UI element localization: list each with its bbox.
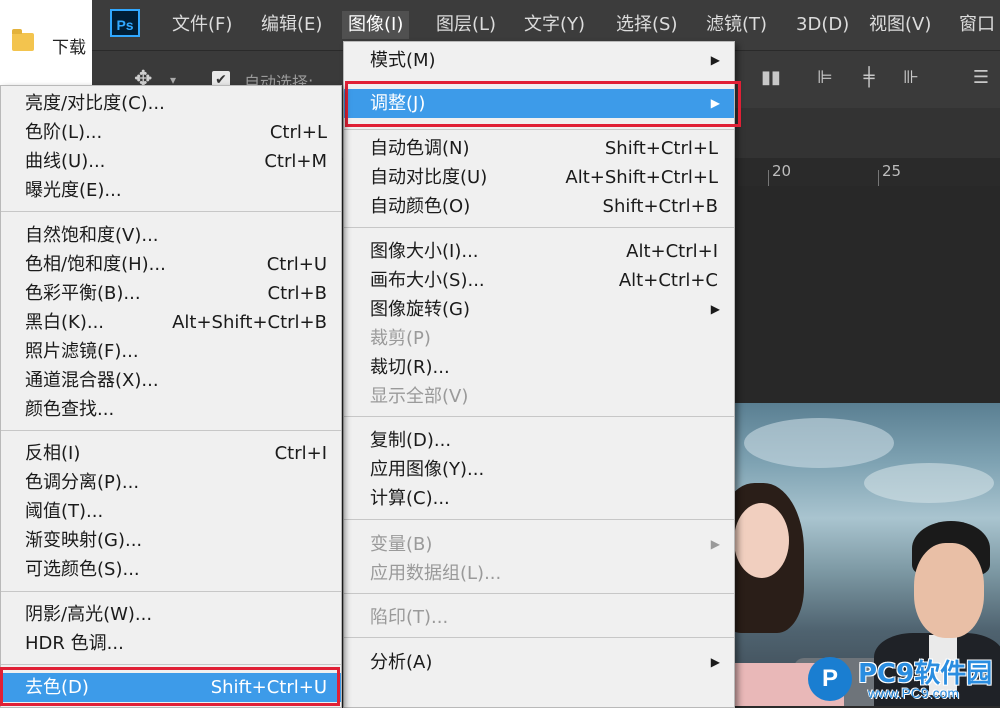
menu-select[interactable]: 选择(S) [610, 11, 683, 39]
menu-file[interactable]: 文件(F) [166, 11, 238, 39]
menu-item-levels[interactable]: 色阶(L)... Ctrl+L [1, 118, 341, 147]
menu-item-canvas-size[interactable]: 画布大小(S)... Alt+Ctrl+C [344, 266, 734, 295]
menu-separator [1, 664, 341, 665]
ruler-tick [878, 170, 879, 186]
menu-item-brightness-contrast[interactable]: 亮度/对比度(C)... [1, 89, 341, 118]
menu-item-exposure[interactable]: 曝光度(E)... [1, 176, 341, 205]
menu-separator [344, 416, 734, 417]
menu-item-apply-data-set: 应用数据组(L)... [370, 563, 502, 584]
distribute-icon[interactable]: ☰ [970, 67, 992, 91]
menu-type[interactable]: 文字(Y) [518, 11, 591, 39]
menu-item-posterize[interactable]: 色调分离(P)... [1, 468, 341, 497]
menu-item-invert[interactable]: 反相(I) Ctrl+I [1, 439, 341, 468]
watermark-url: www.PC9.com [868, 685, 960, 701]
menu-separator [1, 211, 341, 212]
menu-item-auto-color[interactable]: 自动颜色(O) Shift+Ctrl+B [344, 192, 734, 221]
menu-item-analysis[interactable]: 分析(A) ▶ [344, 648, 734, 677]
menu-item-reveal-all: 显示全部(V) [370, 386, 469, 407]
photoshop-logo-icon: Ps [110, 9, 140, 37]
menu-separator [344, 227, 734, 228]
menu-item-hdr-toning[interactable]: HDR 色调... [1, 629, 341, 658]
menu-item-color-lookup[interactable]: 颜色查找... [1, 395, 341, 424]
menu-item-trap: 陷印(T)... [370, 607, 449, 628]
menu-filter[interactable]: 滤镜(T) [700, 11, 773, 39]
menu-item-channel-mixer[interactable]: 通道混合器(X)... [1, 366, 341, 395]
menu-item-selective-color[interactable]: 可选颜色(S)... [1, 555, 341, 584]
menu-separator [1, 591, 341, 592]
menu-item-desaturate[interactable]: 去色(D) Shift+Ctrl+U [1, 673, 341, 702]
menu-separator [1, 430, 341, 431]
image-menu-dropdown: 模式(M) ▶ 调整(J) ▶ 自动色调(N) Shift+Ctrl+L 自动对比度(… [343, 41, 735, 708]
align-left-icon[interactable]: ⊫ [814, 67, 836, 91]
menu-item-auto-contrast[interactable]: 自动对比度(U) Alt+Shift+Ctrl+L [344, 163, 734, 192]
align-right-icon[interactable]: ⊪ [900, 67, 922, 91]
menu-view[interactable]: 视图(V) [863, 11, 937, 39]
submenu-arrow-icon: ▶ [710, 96, 720, 110]
downloads-folder-label[interactable]: 下载 [52, 33, 86, 58]
menu-item-shadows-highlights[interactable]: 阴影/高光(W)... [1, 600, 341, 629]
file-explorer-strip: 下载 [0, 0, 92, 90]
ruler-label: 25 [882, 162, 902, 180]
menu-layer[interactable]: 图层(L) [430, 11, 502, 39]
align-center-icon[interactable]: ╪ [858, 67, 880, 91]
menu-item-image-size[interactable]: 图像大小(I)... Alt+Ctrl+I [344, 237, 734, 266]
menu-image[interactable]: 图像(I) [342, 11, 410, 39]
menu-item-mode[interactable]: 模式(M) ▶ [344, 46, 734, 75]
pc9-logo-icon: P [808, 657, 852, 701]
menu-edit[interactable]: 编辑(E) [255, 11, 328, 39]
watermark: P PC9软件园 www.PC9.com [808, 655, 1000, 703]
ruler-label: 20 [772, 162, 792, 180]
align-bottom-icon[interactable]: ▮▮ [760, 67, 782, 91]
submenu-arrow-icon: ▶ [710, 655, 720, 669]
submenu-arrow-icon: ▶ [710, 53, 720, 67]
menu-separator [344, 593, 734, 594]
folder-icon [12, 29, 34, 51]
menu-item-image-rotation[interactable]: 图像旋转(G) ▶ [344, 295, 734, 324]
menu-item-color-balance[interactable]: 色彩平衡(B)... Ctrl+B [1, 279, 341, 308]
menu-item-hue-saturation[interactable]: 色相/饱和度(H)... Ctrl+U [1, 250, 341, 279]
menu-item-duplicate[interactable]: 复制(D)... [344, 426, 734, 455]
menu-item-vibrance[interactable]: 自然饱和度(V)... [1, 221, 341, 250]
menu-item-trim[interactable]: 裁切(R)... [344, 353, 734, 382]
menu-item-apply-image[interactable]: 应用图像(Y)... [344, 455, 734, 484]
menu-item-gradient-map[interactable]: 渐变映射(G)... [1, 526, 341, 555]
menu-item-variables: 变量(B) ▶ [344, 530, 734, 559]
menu-3d[interactable]: 3D(D) [790, 11, 855, 39]
submenu-arrow-icon: ▶ [710, 302, 720, 316]
menu-item-auto-tone[interactable]: 自动色调(N) Shift+Ctrl+L [344, 134, 734, 163]
menu-item-calculations[interactable]: 计算(C)... [344, 484, 734, 513]
menu-item-crop: 裁剪(P) [370, 328, 431, 349]
menu-separator [344, 129, 734, 130]
menu-item-curves[interactable]: 曲线(U)... Ctrl+M [1, 147, 341, 176]
menu-separator [344, 519, 734, 520]
submenu-arrow-icon: ▶ [710, 537, 720, 551]
menu-separator [344, 637, 734, 638]
adjustments-submenu: 亮度/对比度(C)... 色阶(L)... Ctrl+L 曲线(U)... Ctrl… [0, 85, 342, 708]
menu-window[interactable]: 窗口 [953, 11, 1000, 39]
ruler-tick [768, 170, 769, 186]
menu-item-adjustments[interactable]: 调整(J) ▶ [344, 89, 734, 118]
menu-item-black-white[interactable]: 黑白(K)... Alt+Shift+Ctrl+B [1, 308, 341, 337]
menu-item-photo-filter[interactable]: 照片滤镜(F)... [1, 337, 341, 366]
menu-item-threshold[interactable]: 阈值(T)... [1, 497, 341, 526]
